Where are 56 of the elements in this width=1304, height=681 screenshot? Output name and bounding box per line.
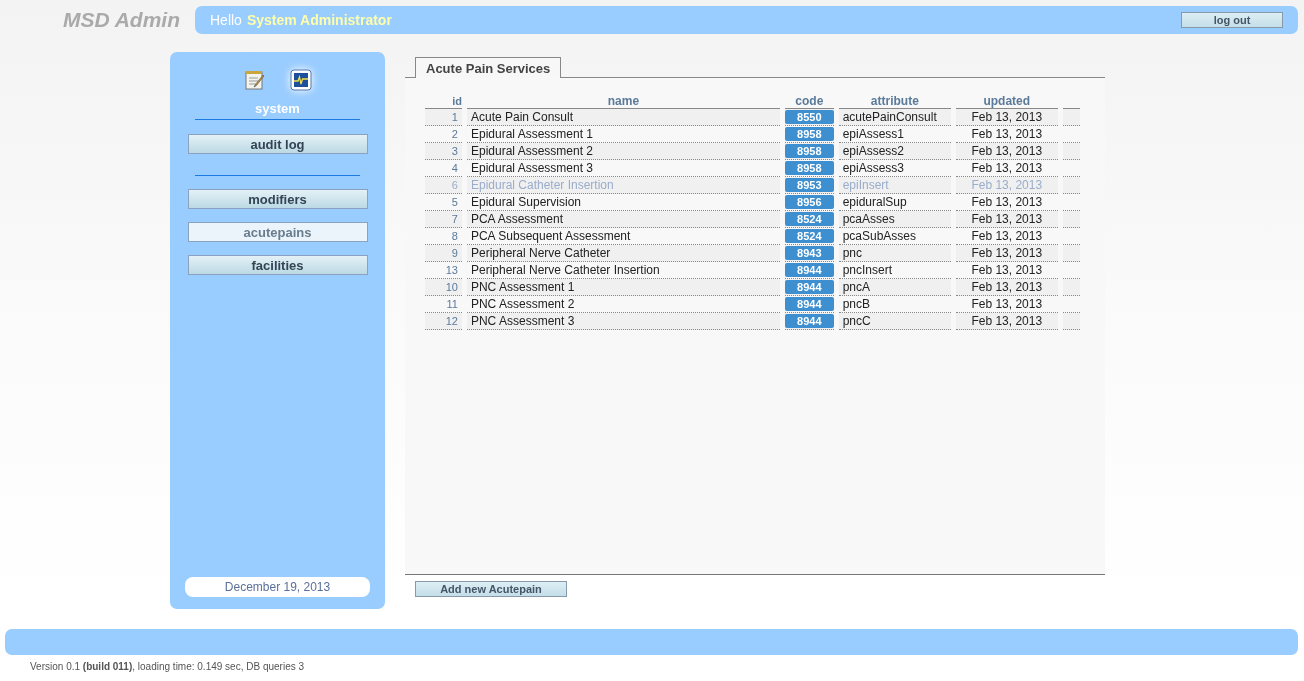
version-text: Version 0.1 (build 011), loading time: 0.149 sec, DB queries 3 (30, 661, 306, 672)
attribute-cell: pnc (838, 245, 951, 262)
attribute-cell: pcaAsses (838, 211, 951, 228)
code-badge: 8958 (784, 127, 834, 141)
updated-cell: Feb 13, 2013 (956, 313, 1058, 330)
updated-cell: Feb 13, 2013 (956, 245, 1058, 262)
id-cell: 1 (425, 109, 462, 126)
updated-cell: Feb 13, 2013 (956, 177, 1058, 194)
code-badge: 8956 (784, 195, 834, 209)
code-badge: 8958 (784, 144, 834, 158)
tab[interactable]: Acute Pain Services (415, 57, 562, 78)
code-badge: 8944 (784, 263, 834, 277)
code-badge: 8944 (784, 314, 834, 328)
name-cell: PCA Assessment (466, 211, 780, 228)
app-logo: MSD Admin (61, 8, 181, 32)
monitor-icon[interactable] (289, 69, 312, 91)
nav-button[interactable]: acutepains (187, 222, 368, 242)
add-button[interactable]: Add new Acutepain (415, 581, 567, 597)
nav-button[interactable]: facilities (187, 255, 368, 275)
attribute-cell: acutePainConsult (838, 109, 951, 126)
date-label: December 19, 2013 (185, 577, 370, 597)
code-badge: 8953 (784, 178, 834, 192)
code-badge: 8550 (784, 110, 834, 124)
name-cell: Epidural Assessment 2 (466, 143, 780, 160)
user-name: System Administrator (246, 12, 392, 28)
attribute-cell: pncC (838, 313, 951, 330)
nav-button[interactable]: modifiers (187, 189, 368, 209)
code-badge: 8944 (784, 280, 834, 294)
name-cell: Epidural Catheter Insertion (466, 177, 780, 194)
updated-cell: Feb 13, 2013 (956, 211, 1058, 228)
name-cell: Acute Pain Consult (466, 109, 780, 126)
id-cell: 6 (425, 177, 462, 194)
attribute-cell: pncA (838, 279, 951, 296)
notepad-icon[interactable] (243, 69, 266, 91)
logout-button[interactable]: log out (1181, 12, 1283, 28)
attribute-cell: epiInsert (838, 177, 951, 194)
code-badge: 8944 (784, 297, 834, 311)
id-cell: 3 (425, 143, 462, 160)
name-cell: PNC Assessment 1 (466, 279, 780, 296)
id-cell: 7 (425, 211, 462, 228)
attribute-cell: epiAssess2 (838, 143, 951, 160)
code-badge: 8943 (784, 246, 834, 260)
greeting-text: Hello (210, 12, 242, 28)
updated-cell: Feb 13, 2013 (956, 143, 1058, 160)
id-cell: 12 (425, 313, 462, 330)
updated-cell: Feb 13, 2013 (956, 109, 1058, 126)
code-badge: 8524 (784, 212, 834, 226)
module-label: system (255, 101, 300, 116)
name-cell: PNC Assessment 3 (466, 313, 780, 330)
code-badge: 8958 (784, 161, 834, 175)
updated-cell: Feb 13, 2013 (956, 279, 1058, 296)
code-badge: 8524 (784, 229, 834, 243)
nav-button[interactable]: audit log (187, 134, 368, 154)
name-cell: Peripheral Nerve Catheter (466, 245, 780, 262)
id-cell: 10 (425, 279, 462, 296)
id-cell: 9 (425, 245, 462, 262)
